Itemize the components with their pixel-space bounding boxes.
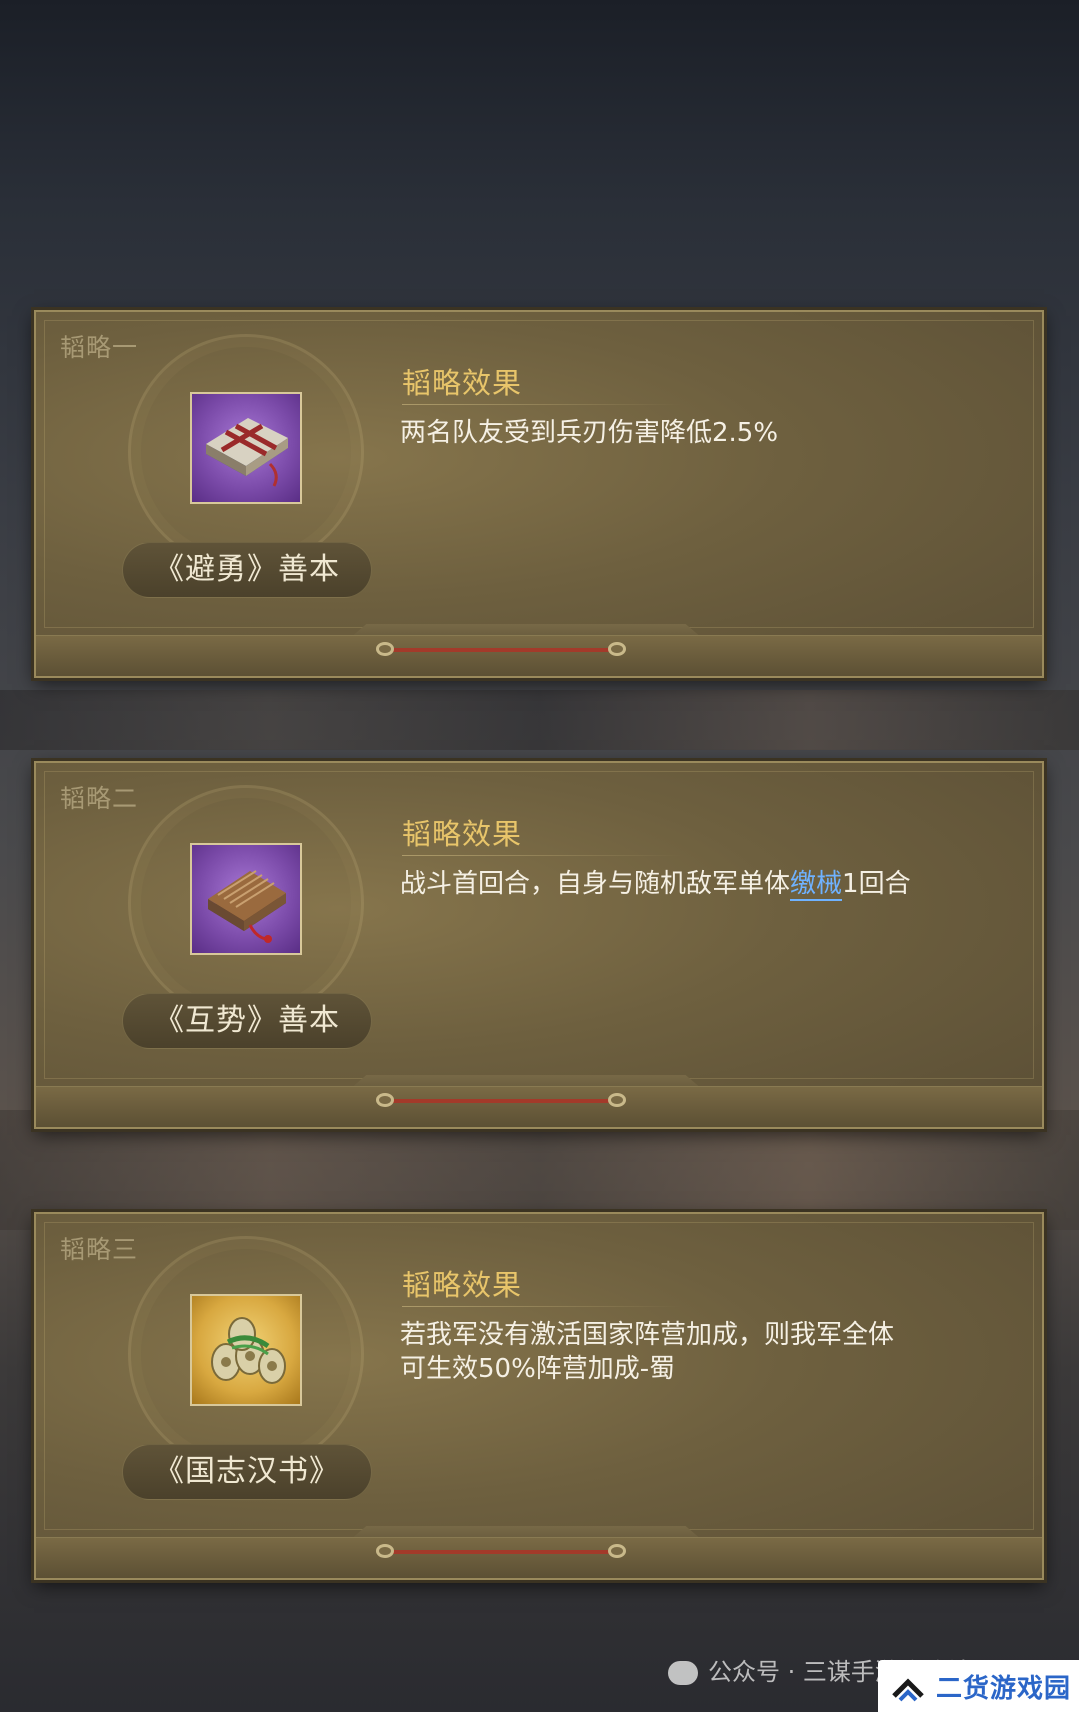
status-keyword-link[interactable]: 缴械 (790, 869, 843, 901)
panel-label: 韬略三 (60, 1235, 139, 1264)
panel-label: 韬略一 (60, 333, 139, 362)
effect-text-after: 1回合 (842, 869, 911, 899)
effect-text-line-1: 若我军没有激活国家阵营加成，则我军全体 (400, 1320, 895, 1350)
cord-end-left (376, 1093, 394, 1107)
item-name-pill[interactable]: 《互势》善本 (122, 993, 372, 1049)
effect-divider (402, 855, 682, 856)
effect-title: 韬略效果 (402, 1268, 523, 1302)
scroll-item-icon[interactable] (190, 1294, 302, 1406)
wechat-icon (668, 1661, 698, 1685)
effect-description: 若我军没有激活国家阵营加成，则我军全体 可生效50%阵营加成-蜀 (400, 1318, 960, 1386)
scroll-cord (376, 1093, 626, 1107)
effect-text-before: 战斗首回合，自身与随机敌军单体 (400, 869, 791, 899)
cord-line (388, 648, 614, 652)
cord-line (388, 1550, 614, 1554)
panel-bottom-bar (36, 1537, 1042, 1578)
strategy-panel-3: 韬略三 《国志汉书》 韬略效果 若我军没有激活国家阵营加成，则我军全体 可生效5… (34, 1212, 1044, 1580)
book-item-icon[interactable] (190, 392, 302, 504)
cord-end-right (608, 1093, 626, 1107)
effect-divider (402, 404, 682, 405)
strategy-panel-2: 韬略二 《互势》善本 韬略效果 战斗首回合，自身与随机敌军单体缴械1回合 (34, 761, 1044, 1129)
background-window-band (0, 690, 1079, 750)
effect-description: 战斗首回合，自身与随机敌军单体缴械1回合 (400, 867, 960, 901)
panel-bottom-bar (36, 1086, 1042, 1127)
chevron-up-icon (892, 1678, 924, 1702)
panel-label: 韬略二 (60, 784, 139, 813)
cord-end-left (376, 642, 394, 656)
cord-line (388, 1099, 614, 1103)
scroll-cord (376, 1544, 626, 1558)
item-name-pill[interactable]: 《国志汉书》 (122, 1444, 372, 1500)
book-item-icon[interactable] (190, 843, 302, 955)
effect-divider (402, 1306, 682, 1307)
item-name-pill[interactable]: 《避勇》善本 (122, 542, 372, 598)
strategy-panel-1: 韬略一 《避勇》善本 韬略效果 两名队友受到兵刃伤害降低2.5% (34, 310, 1044, 678)
effect-text-line-2: 可生效50%阵营加成-蜀 (400, 1354, 676, 1384)
logo-text: 二货游戏园 (936, 1674, 1072, 1704)
cord-end-right (608, 1544, 626, 1558)
effect-title: 韬略效果 (402, 817, 523, 851)
cord-end-right (608, 642, 626, 656)
site-logo-badge[interactable]: 二货游戏园 (878, 1660, 1079, 1712)
panel-bottom-bar (36, 635, 1042, 676)
scroll-cord (376, 642, 626, 656)
effect-title: 韬略效果 (402, 366, 523, 400)
cord-end-left (376, 1544, 394, 1558)
effect-description: 两名队友受到兵刃伤害降低2.5% (400, 418, 779, 448)
